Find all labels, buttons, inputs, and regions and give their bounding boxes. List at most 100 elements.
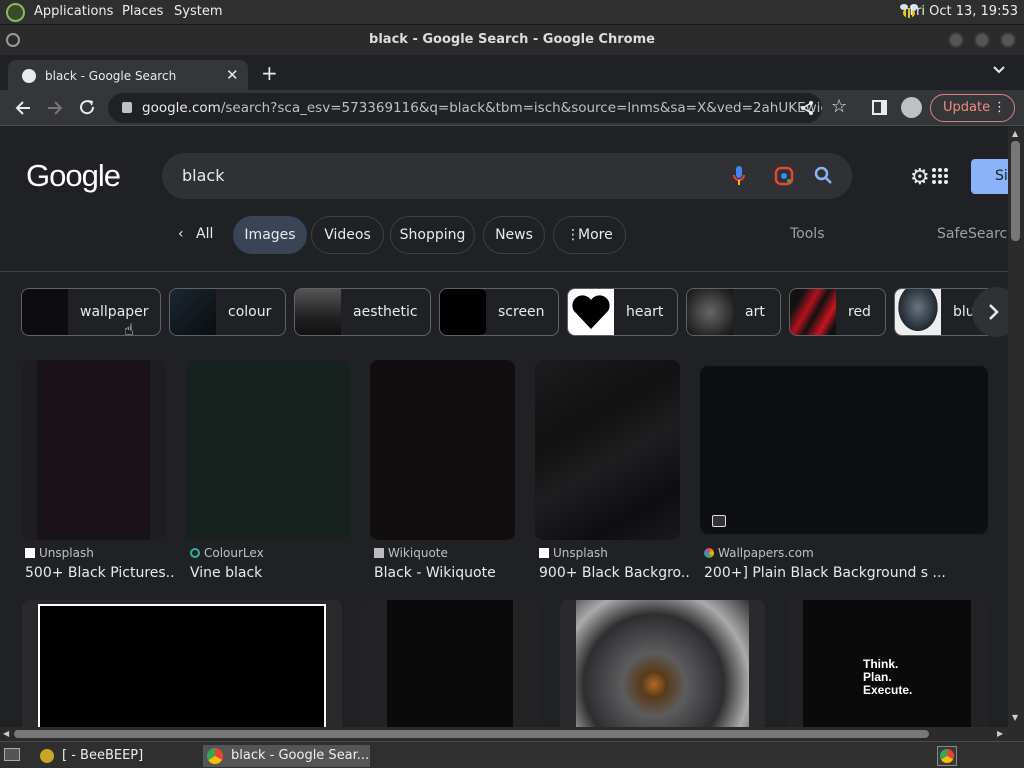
result-card[interactable]: Wallpapers.com 200+] Plain Black Backgro… xyxy=(700,360,988,585)
system-menu[interactable]: System xyxy=(174,4,222,19)
chip-art[interactable]: art xyxy=(686,288,781,336)
chip-label: red xyxy=(848,304,871,320)
result-card[interactable] xyxy=(361,600,538,727)
scroll-left-arrow-icon[interactable]: ◀ xyxy=(3,729,9,738)
tab-videos[interactable]: Videos xyxy=(311,216,384,254)
scroll-down-arrow-icon[interactable]: ▼ xyxy=(1012,713,1018,722)
sign-in-label: Si xyxy=(995,168,1008,184)
maximize-button[interactable] xyxy=(974,32,990,48)
result-image[interactable] xyxy=(370,360,515,540)
chrome-task-icon xyxy=(207,748,223,764)
chip-thumbnail xyxy=(295,289,341,335)
tab-shopping[interactable]: Shopping xyxy=(390,216,475,254)
result-source[interactable]: Unsplash xyxy=(25,546,94,560)
bookmark-star-icon[interactable]: ☆ xyxy=(831,96,847,117)
vertical-scroll-thumb[interactable] xyxy=(1011,141,1020,241)
tab-news[interactable]: News xyxy=(483,216,545,254)
result-card[interactable]: Wikiquote Black - Wikiquote xyxy=(370,360,515,585)
result-title[interactable]: Black - Wikiquote xyxy=(374,565,524,581)
chrome-window-icon xyxy=(6,33,20,47)
tools-button[interactable]: Tools xyxy=(790,226,825,242)
applications-menu[interactable]: Applications xyxy=(34,4,113,19)
side-panel-icon[interactable] xyxy=(872,100,887,115)
chip-colour[interactable]: colour xyxy=(169,288,286,336)
tab-images[interactable]: Images xyxy=(233,216,307,254)
result-image[interactable] xyxy=(700,366,988,534)
lens-search-icon[interactable] xyxy=(774,166,794,186)
chip-label: heart xyxy=(626,304,664,320)
horizontal-scrollbar[interactable]: ◀ ▶ xyxy=(0,727,1024,741)
chip-label: aesthetic xyxy=(353,304,418,320)
result-source[interactable]: ColourLex xyxy=(190,546,264,560)
chip-heart[interactable]: heart xyxy=(567,288,678,336)
places-menu[interactable]: Places xyxy=(122,4,163,19)
result-source-label: Unsplash xyxy=(553,546,608,560)
chip-aesthetic[interactable]: aesthetic xyxy=(294,288,431,336)
task-beebeep[interactable]: [ - BeeBEEP] xyxy=(38,745,198,767)
task-chrome[interactable]: black - Google Sear... xyxy=(203,745,370,767)
result-card[interactable] xyxy=(22,600,342,727)
tab-more[interactable]: ⋮ More xyxy=(553,216,626,254)
update-label: Update xyxy=(943,100,991,115)
chip-screen[interactable]: screen xyxy=(439,288,559,336)
apps-grid-icon[interactable] xyxy=(932,168,948,184)
result-title[interactable]: Vine black xyxy=(190,565,350,581)
close-window-button[interactable] xyxy=(1000,32,1016,48)
panel-clock[interactable]: Fri Oct 13, 19:53 xyxy=(909,4,1018,19)
result-image[interactable] xyxy=(186,360,350,540)
horizontal-scroll-thumb[interactable] xyxy=(14,730,929,738)
chip-wallpaper[interactable]: wallpaper xyxy=(21,288,161,336)
chips-next-button[interactable] xyxy=(972,287,1008,337)
google-logo[interactable]: Google xyxy=(26,158,121,194)
profile-avatar-icon[interactable] xyxy=(901,97,922,118)
share-icon[interactable] xyxy=(799,100,815,116)
reload-button[interactable] xyxy=(78,98,96,116)
result-card[interactable]: Unsplash 500+ Black Pictures... xyxy=(22,360,175,585)
chip-red[interactable]: red xyxy=(789,288,886,336)
chip-label: art xyxy=(745,304,765,320)
scroll-right-arrow-icon[interactable]: ▶ xyxy=(997,729,1003,738)
result-source[interactable]: Wallpapers.com xyxy=(704,546,814,560)
result-image[interactable] xyxy=(560,600,765,727)
result-card[interactable]: Think. Plan. Execute. xyxy=(786,600,988,727)
sign-in-button[interactable]: Si xyxy=(971,159,1008,194)
update-button[interactable]: Update ⋮ xyxy=(930,94,1015,122)
show-desktop-icon[interactable] xyxy=(4,748,20,761)
result-card[interactable]: ColourLex Vine black xyxy=(186,360,350,585)
voice-search-icon[interactable] xyxy=(732,165,746,187)
chrome-tray-icon[interactable] xyxy=(937,746,957,766)
tab-google-search[interactable]: black - Google Search ✕ xyxy=(8,60,248,90)
kebab-menu-icon[interactable]: ⋮ xyxy=(993,95,1006,121)
result-image[interactable] xyxy=(22,600,342,727)
result-image[interactable] xyxy=(22,360,166,540)
result-card[interactable] xyxy=(560,600,765,727)
result-title[interactable]: 900+ Black Backgro... xyxy=(539,565,689,581)
result-card[interactable]: Unsplash 900+ Black Backgro... xyxy=(535,360,689,585)
search-input[interactable]: black xyxy=(162,153,852,199)
close-tab-icon[interactable]: ✕ xyxy=(226,66,239,84)
result-image[interactable]: Think. Plan. Execute. xyxy=(786,600,988,727)
back-button[interactable] xyxy=(14,99,32,117)
result-source[interactable]: Unsplash xyxy=(539,546,608,560)
settings-gear-icon[interactable]: ⚙ xyxy=(910,165,930,190)
result-image-fill xyxy=(37,360,150,540)
window-title-bar[interactable]: black - Google Search - Google Chrome xyxy=(0,25,1024,55)
nav-all-back[interactable]: ‹ All xyxy=(166,216,224,254)
result-title[interactable]: 200+] Plain Black Background s ... xyxy=(704,565,988,581)
forward-button[interactable] xyxy=(46,99,64,117)
result-source[interactable]: Wikiquote xyxy=(374,546,448,560)
search-icon[interactable] xyxy=(814,166,833,185)
chip-thumbnail xyxy=(687,289,733,335)
result-image[interactable] xyxy=(535,360,680,540)
minimize-button[interactable] xyxy=(948,32,964,48)
safesearch-button[interactable]: SafeSearch xyxy=(937,226,1008,242)
new-tab-button[interactable]: + xyxy=(261,61,278,85)
result-title[interactable]: 500+ Black Pictures... xyxy=(25,565,175,581)
address-bar[interactable]: google.com/search?sca_esv=573369116&q=bl… xyxy=(108,93,822,123)
lock-icon[interactable] xyxy=(122,102,132,113)
vertical-scrollbar[interactable]: ▲ ▼ xyxy=(1008,127,1024,727)
result-image[interactable] xyxy=(361,600,538,727)
distro-logo-icon[interactable] xyxy=(6,3,25,22)
scroll-up-arrow-icon[interactable]: ▲ xyxy=(1012,129,1018,138)
tab-search-chevron-icon[interactable] xyxy=(992,65,1006,75)
